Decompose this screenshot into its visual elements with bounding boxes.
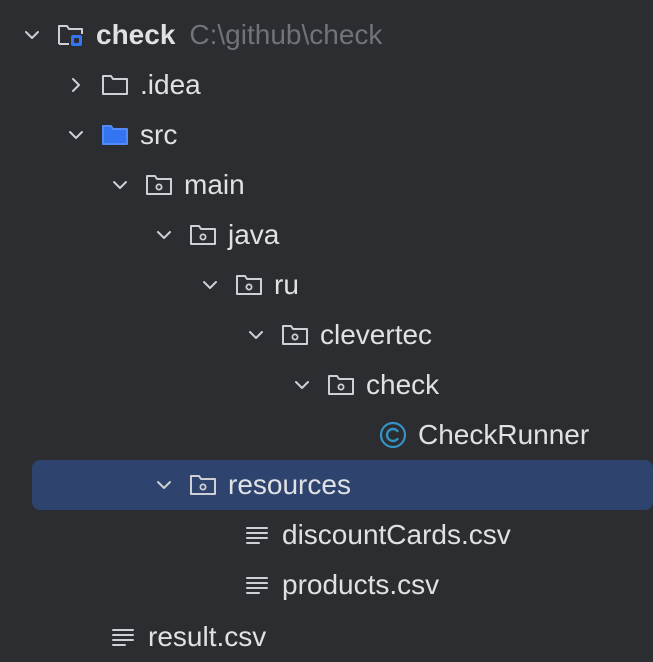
tree-node-idea[interactable]: .idea [0,60,653,110]
chevron-down-icon[interactable] [150,221,178,249]
tree-node-java[interactable]: java [0,210,653,260]
chevron-down-icon[interactable] [18,21,46,49]
tree-node-label: discountCards.csv [282,519,511,550]
tree-node-label: result.csv [148,621,267,652]
text-file-icon [106,620,140,654]
package-folder-icon [324,368,358,402]
tree-node-clevertec[interactable]: clevertec [0,310,653,360]
package-folder-icon [142,168,176,202]
root-folder-name: check [96,19,176,50]
package-folder-icon [232,268,266,302]
tree-node-label: CheckRunner [418,419,590,450]
text-file-icon [240,568,274,602]
tree-node-label: src [140,119,178,150]
tree-node-products[interactable]: products.csv [0,560,653,610]
package-folder-icon [278,318,312,352]
tree-node-label: check [366,369,440,400]
tree-node-checkrunner[interactable]: CheckRunner [0,410,653,460]
chevron-down-icon[interactable] [196,271,224,299]
tree-node-label: java [228,219,280,250]
tree-node-label: main [184,169,245,200]
tree-node-resources[interactable]: resources [32,460,653,510]
chevron-right-icon[interactable] [62,71,90,99]
chevron-down-icon[interactable] [242,321,270,349]
chevron-down-icon[interactable] [288,371,316,399]
tree-node-label: resources [228,469,351,500]
package-folder-icon [186,468,220,502]
folder-icon [98,68,132,102]
tree-node-label: clevertec [320,319,433,350]
tree-node-check-package[interactable]: check [0,360,653,410]
module-folder-icon [54,18,88,52]
package-folder-icon [186,218,220,252]
tree-node-label: ru [274,269,299,300]
text-file-icon [240,518,274,552]
tree-node-main[interactable]: main [0,160,653,210]
tree-node-label: .idea [140,69,201,100]
source-folder-icon [98,118,132,152]
tree-node-src[interactable]: src [0,110,653,160]
chevron-down-icon[interactable] [150,471,178,499]
tree-node-result[interactable]: result.csv [0,612,653,662]
chevron-down-icon[interactable] [62,121,90,149]
tree-node-ru[interactable]: ru [0,260,653,310]
chevron-down-icon[interactable] [106,171,134,199]
root-folder-path: C:\github\check [189,19,383,50]
tree-node-label: products.csv [282,569,440,600]
tree-node-root-check[interactable]: check C:\github\check [0,10,653,60]
tree-node-discountcards[interactable]: discountCards.csv [0,510,653,560]
java-class-icon [376,418,410,452]
project-tree: check C:\github\check .idea src main jav… [0,0,653,660]
